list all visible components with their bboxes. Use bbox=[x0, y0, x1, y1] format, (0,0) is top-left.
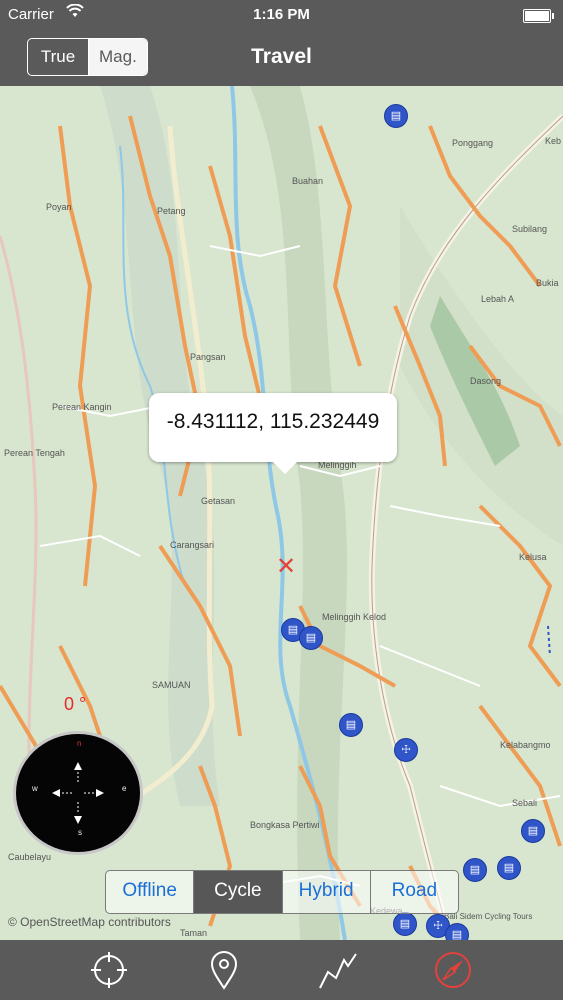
place-label: Perean Tengah bbox=[4, 448, 65, 458]
status-bar: Carrier 1:16 PM bbox=[0, 0, 563, 30]
tab-bar bbox=[0, 940, 563, 1000]
page-title: Travel bbox=[251, 45, 312, 68]
place-label: Melinggih Kelod bbox=[322, 612, 387, 622]
clock: 1:16 PM bbox=[253, 6, 310, 23]
coordinates-callout[interactable]: -8.431112, 115.232449 bbox=[149, 393, 397, 474]
place-label: Bongkasa Pertiwi bbox=[250, 820, 320, 830]
place-label: Subilang bbox=[512, 224, 548, 234]
place-label: Bali Sidem Cycling Tours bbox=[444, 912, 533, 921]
place-label: Pangsan bbox=[190, 352, 226, 362]
place-label: Lebah A bbox=[481, 294, 515, 304]
place-label: Petang bbox=[157, 206, 186, 216]
place-label: SAMUAN bbox=[152, 680, 191, 690]
position-marker-icon: ✕ bbox=[276, 553, 297, 580]
compass-rose[interactable]: n s e w bbox=[13, 731, 143, 855]
hotel-poi-icon[interactable]: ▤ bbox=[384, 104, 408, 128]
place-label: Caubelayu bbox=[8, 852, 52, 862]
crosshair-icon[interactable] bbox=[89, 950, 129, 990]
map-type-road[interactable]: Road bbox=[371, 871, 458, 913]
location-pin-icon[interactable] bbox=[204, 950, 244, 990]
hotel-poi-icon[interactable]: ▤ bbox=[497, 856, 521, 880]
hotel-poi-icon[interactable]: ▤ bbox=[445, 923, 469, 940]
place-label: Sebali bbox=[512, 798, 538, 808]
compass-arrows-icon bbox=[52, 762, 104, 824]
hotel-poi-icon[interactable]: ▤ bbox=[299, 626, 323, 650]
map-type-segmented-control: Offline Cycle Hybrid Road bbox=[105, 870, 459, 914]
restaurant-poi-icon[interactable]: ☩ bbox=[394, 738, 418, 762]
place-label: Poyan bbox=[46, 202, 72, 212]
nav-bar: True Mag. Travel bbox=[0, 30, 563, 86]
map-type-cycle[interactable]: Cycle bbox=[194, 871, 283, 913]
compass-icon[interactable] bbox=[433, 950, 473, 990]
hotel-poi-icon[interactable]: ▤ bbox=[521, 819, 545, 843]
place-label: Taman bbox=[180, 928, 208, 938]
place-label: Perean Kangin bbox=[52, 402, 112, 412]
battery-icon bbox=[523, 9, 554, 23]
place-label: Keb bbox=[545, 136, 562, 146]
place-label: Ponggang bbox=[452, 138, 494, 148]
place-label: Bukia bbox=[536, 278, 559, 288]
place-label: Kelabangmo bbox=[500, 740, 551, 750]
map-type-hybrid[interactable]: Hybrid bbox=[283, 871, 371, 913]
place-label: Getasan bbox=[201, 496, 236, 506]
place-label: Buahan bbox=[292, 176, 324, 186]
hotel-poi-icon[interactable]: ▤ bbox=[463, 858, 487, 882]
coordinates-text: -8.431112, 115.232449 bbox=[166, 410, 380, 433]
place-label: Kelusa bbox=[519, 552, 547, 562]
hotel-poi-icon[interactable]: ▤ bbox=[393, 912, 417, 936]
map-type-offline[interactable]: Offline bbox=[106, 871, 195, 913]
place-label: Dasong bbox=[470, 376, 502, 386]
map-attribution: © OpenStreetMap contributors bbox=[8, 915, 171, 929]
track-icon[interactable] bbox=[318, 950, 358, 990]
hotel-poi-icon[interactable]: ▤ bbox=[339, 713, 363, 737]
heading-readout: 0 ° bbox=[64, 694, 87, 714]
place-label: Carangsari bbox=[170, 540, 215, 550]
